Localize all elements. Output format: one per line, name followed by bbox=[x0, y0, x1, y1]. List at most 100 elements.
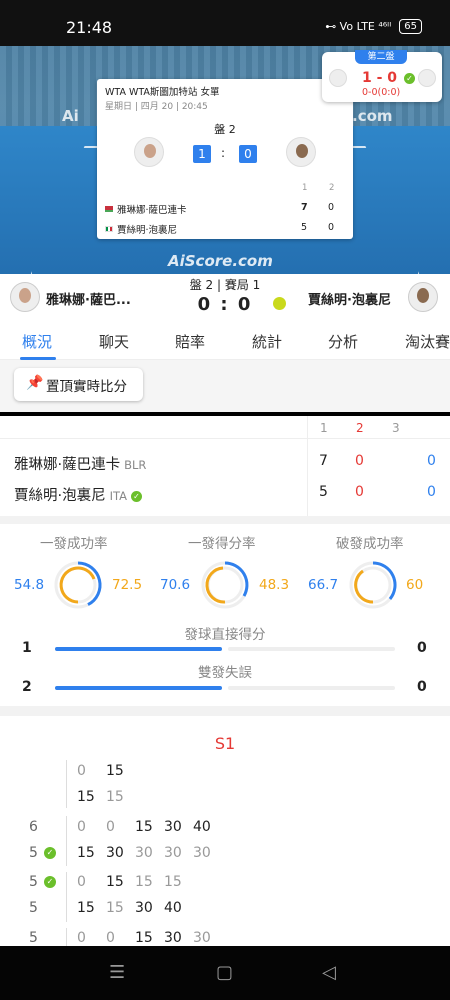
point-score: 30 bbox=[164, 930, 182, 946]
event-datetime: 星期日 | 四月 20 | 20:45 bbox=[105, 102, 208, 112]
point-score: 30 bbox=[106, 845, 124, 861]
bar-left-fill bbox=[55, 647, 222, 651]
pin-label: 置頂實時比分 bbox=[46, 379, 127, 395]
point-score: 15 bbox=[106, 874, 124, 890]
popup-p1-name: 雅琳娜·薩巴連卡 bbox=[117, 205, 187, 216]
point-score: 15 bbox=[164, 874, 182, 890]
bar-right-value: 0 bbox=[417, 679, 427, 695]
status-bar: 21:48 ⊷ Vo LTE ⁴⁶ᴵᴵ 65 bbox=[0, 0, 450, 46]
popup-p1-s2: 0 bbox=[328, 202, 335, 213]
stat-title: 一發得分率 bbox=[188, 536, 256, 552]
serving-check-icon: ✓ bbox=[131, 490, 142, 502]
back-icon[interactable]: ◁ bbox=[322, 962, 336, 983]
bar-left-value: 1 bbox=[22, 640, 32, 656]
watermark-left: Ai bbox=[62, 107, 79, 125]
section-gap bbox=[0, 706, 450, 716]
tab-knockout[interactable]: 淘汰賽 bbox=[405, 331, 450, 352]
player1-name[interactable]: 雅琳娜·薩巴... bbox=[46, 289, 131, 308]
tab-chat[interactable]: 聊天 bbox=[99, 331, 129, 352]
bar-left-track bbox=[55, 686, 222, 690]
score-cell: 0 bbox=[355, 484, 364, 500]
tab-stats[interactable]: 統計 bbox=[252, 331, 282, 352]
player2-name[interactable]: 賈絲明·泡裏尼 bbox=[308, 289, 391, 308]
score-cell: 0 bbox=[427, 453, 436, 469]
point-score: 30 bbox=[135, 900, 153, 916]
player1-mini-avatar bbox=[329, 69, 347, 87]
bar-title: 雙發失誤 bbox=[198, 665, 252, 681]
popup-row-p2: 賈絲明·泡裏尼 bbox=[105, 222, 177, 236]
point-score: 15 bbox=[77, 845, 95, 861]
live-score-card[interactable]: 第二盤 1 - 0 ✓ 0-0(0:0) bbox=[322, 50, 442, 102]
player-country: ITA bbox=[109, 489, 127, 503]
point-score: 40 bbox=[164, 900, 182, 916]
home-icon[interactable]: ▢ bbox=[216, 962, 233, 983]
divider bbox=[0, 438, 450, 439]
point-score: 15 bbox=[106, 789, 124, 805]
bar-right-track bbox=[228, 686, 395, 690]
stat-left-value: 70.6 bbox=[160, 577, 191, 593]
point-score: 15 bbox=[77, 900, 95, 916]
watermark-bottom: AiScore.com bbox=[168, 252, 273, 270]
player2-avatar-bar[interactable] bbox=[408, 282, 438, 312]
bar-title: 發球直接得分 bbox=[184, 627, 266, 643]
serving-check-icon: ✓ bbox=[404, 73, 415, 84]
status-icons: ⊷ Vo LTE ⁴⁶ᴵᴵ 65 bbox=[325, 19, 422, 34]
live-set-score: 1 - 0 bbox=[362, 70, 398, 86]
popup-left-score: 1 bbox=[193, 145, 211, 163]
serving-check-icon: ✓ bbox=[44, 876, 56, 888]
divider bbox=[66, 816, 67, 866]
popup-col-2: 2 bbox=[329, 183, 335, 193]
divider bbox=[66, 928, 67, 946]
point-score: 30 bbox=[193, 930, 211, 946]
set-header-3: 3 bbox=[392, 421, 400, 435]
stat-ring-chart bbox=[54, 561, 102, 609]
player-country: BLR bbox=[124, 458, 147, 472]
bar-right-track bbox=[228, 647, 395, 651]
match-popup[interactable]: WTA WTA斯圖加特站 女單 星期日 | 四月 20 | 20:45 盤 2 … bbox=[97, 79, 353, 239]
player1-avatar-bar[interactable] bbox=[10, 282, 40, 312]
point-score: 30 bbox=[164, 845, 182, 861]
divider bbox=[307, 416, 308, 516]
game-count: 5 bbox=[29, 874, 38, 890]
stat-ring-chart bbox=[201, 561, 249, 609]
table-row: 雅琳娜·薩巴連卡 BLR bbox=[14, 453, 146, 474]
clock: 21:48 bbox=[66, 18, 113, 37]
event-title: WTA WTA斯圖加特站 女單 bbox=[105, 87, 220, 98]
set-badge: 第二盤 bbox=[355, 50, 407, 64]
score-table: 1 2 3 雅琳娜·薩巴連卡 BLR 7 0 0 賈絲明·泡裏尼 ITA ✓ 5 0 … bbox=[0, 416, 450, 516]
point-score: 15 bbox=[106, 900, 124, 916]
pin-live-score-button[interactable]: 📌 置頂實時比分 bbox=[14, 368, 143, 401]
popup-right-score: 0 bbox=[239, 145, 257, 163]
point-score: 15 bbox=[135, 930, 153, 946]
score-cell: 0 bbox=[355, 453, 364, 469]
game-count: 6 bbox=[29, 819, 38, 835]
tab-odds[interactable]: 賠率 bbox=[175, 331, 205, 352]
point-score: 15 bbox=[135, 874, 153, 890]
popup-p2-s2: 0 bbox=[328, 222, 335, 233]
popup-colon: : bbox=[221, 146, 226, 160]
player2-avatar bbox=[286, 137, 316, 167]
score-cell: 5 bbox=[319, 484, 328, 500]
battery-icon: 65 bbox=[399, 19, 422, 34]
menu-icon[interactable]: ☰ bbox=[109, 962, 125, 983]
popup-p1-s1: 7 bbox=[301, 202, 308, 213]
watermark-right: .com bbox=[352, 107, 393, 125]
popup-col-1: 1 bbox=[302, 183, 308, 193]
player1-avatar bbox=[134, 137, 164, 167]
tab-overview[interactable]: 概況 bbox=[22, 331, 52, 352]
divider bbox=[66, 760, 67, 808]
player2-mini-avatar bbox=[418, 69, 436, 87]
game-score: 0 : 0 bbox=[197, 294, 253, 315]
tab-analysis[interactable]: 分析 bbox=[328, 331, 358, 352]
divider bbox=[66, 872, 67, 922]
score-cell: 7 bbox=[319, 453, 328, 469]
popup-set-label: 盤 2 bbox=[214, 123, 236, 136]
tennis-ball-icon bbox=[273, 297, 286, 310]
point-score: 0 bbox=[77, 763, 86, 779]
set-game-label: 盤 2 | 賽局 1 bbox=[189, 278, 261, 292]
system-nav-bar: ☰ ▢ ◁ bbox=[0, 946, 450, 1000]
point-by-point: S1 0 15 15 15 6 5 ✓ 0 0 15 30 40 15 30 3… bbox=[0, 716, 450, 946]
point-score: 0 bbox=[77, 874, 86, 890]
belarus-flag-icon bbox=[105, 206, 113, 212]
stat-title: 破發成功率 bbox=[336, 536, 404, 552]
